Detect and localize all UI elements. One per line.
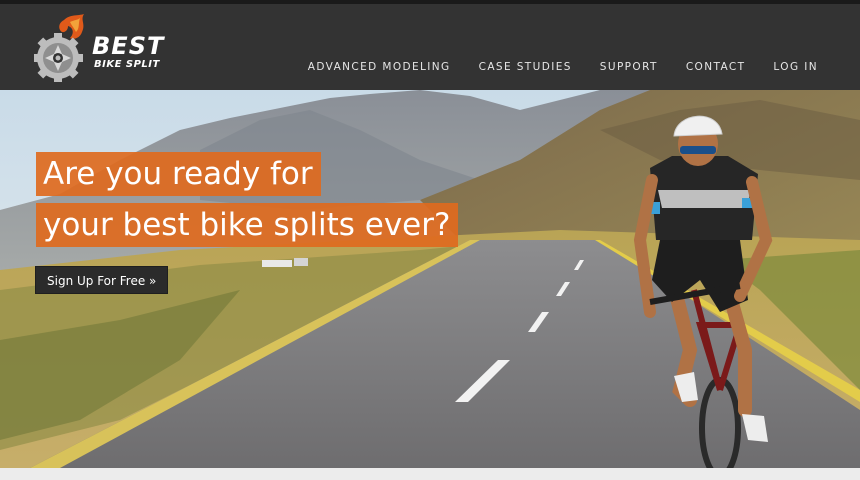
sign-up-button[interactable]: Sign Up For Free » [35,266,169,294]
site-header: BEST BIKE SPLIT ADVANCED MODELING CASE S… [0,4,860,90]
hero-section: Are you ready for your best bike splits … [0,90,860,468]
brand-name: BEST [92,32,165,60]
hero-headline-line2: your best bike splits ever? [36,203,459,247]
brand-logo[interactable]: BEST BIKE SPLIT [34,14,174,82]
nav-case-studies[interactable]: CASE STUDIES [479,61,572,73]
nav-contact[interactable]: CONTACT [686,61,746,73]
nav-support[interactable]: SUPPORT [600,61,658,73]
below-hero-strip [0,468,860,480]
brand-subname: BIKE SPLIT [94,59,160,70]
nav-log-in[interactable]: LOG IN [773,61,818,73]
nav-advanced-modeling[interactable]: ADVANCED MODELING [308,61,451,73]
gear-flame-icon [34,14,84,82]
hero-headline-line1: Are you ready for [36,152,321,196]
main-nav: ADVANCED MODELING CASE STUDIES SUPPORT C… [280,61,818,73]
